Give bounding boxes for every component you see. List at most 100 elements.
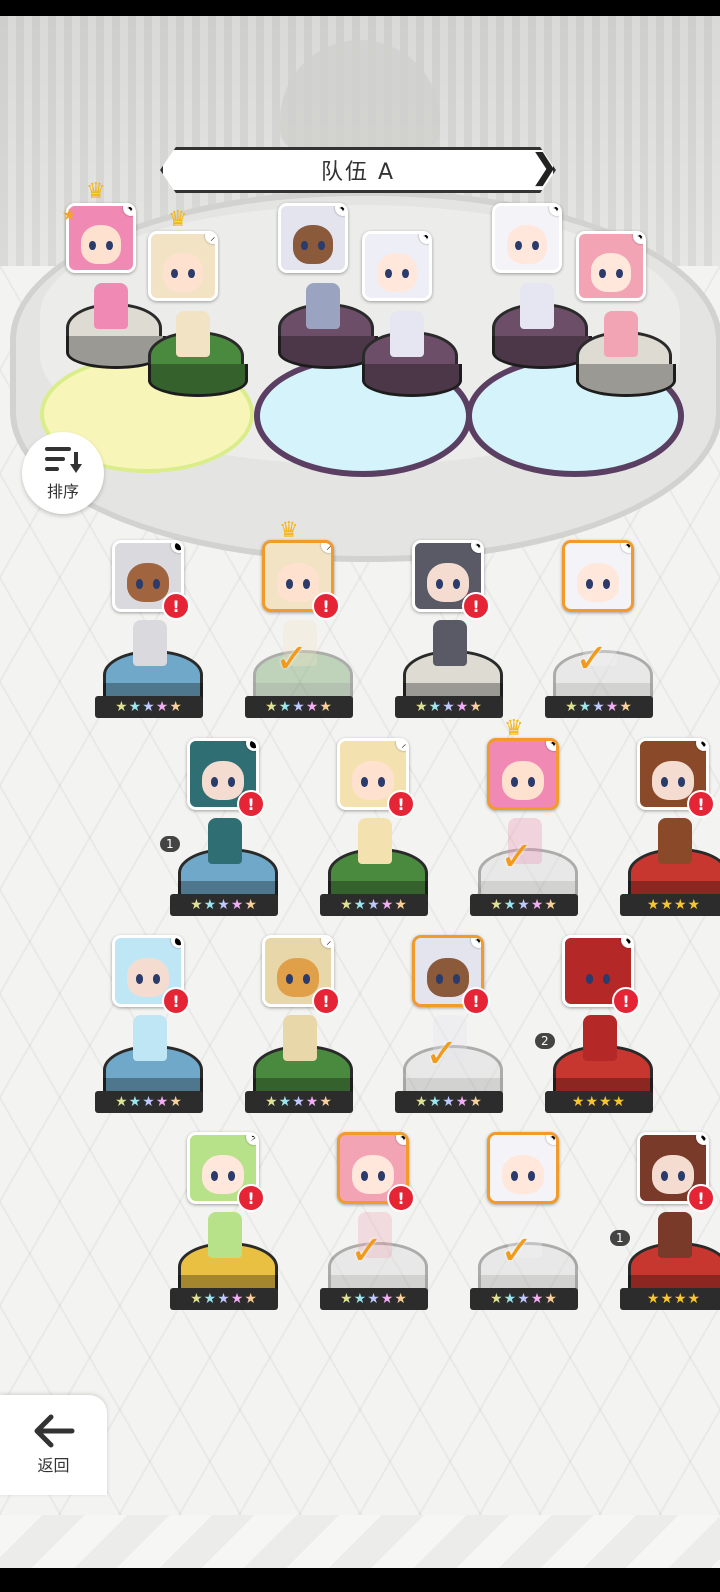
roster-slot[interactable]: ★★★★ ♦! 1 <box>610 1132 720 1342</box>
portrait-eye <box>153 579 160 589</box>
portrait-eye <box>616 269 623 279</box>
alert-icon: ! <box>237 790 265 818</box>
portrait-eye <box>361 777 368 787</box>
alert-icon: ! <box>462 592 490 620</box>
roster-slot[interactable]: ★★★★★ ⸝! <box>245 935 355 1145</box>
star-rating: ★★★★★ <box>170 1288 278 1310</box>
crown-icon: ♛ <box>168 207 188 232</box>
team-member[interactable]: ✦ <box>278 203 374 403</box>
star-rating: ★★★★ <box>545 1091 653 1113</box>
alert-icon: ! <box>312 987 340 1015</box>
duplicate-count-badge: 1 <box>160 836 180 852</box>
roster-slot[interactable]: ✓ ★★★★★ ✦ ♛ <box>470 716 580 948</box>
team-member[interactable]: ✦ <box>492 203 588 403</box>
portrait-face <box>501 1154 545 1195</box>
element-icon: ✦ <box>621 543 631 553</box>
character-portrait[interactable]: ✦ <box>487 1132 559 1204</box>
element-icon: ✦ <box>396 1135 406 1145</box>
character-sprite <box>358 818 392 864</box>
portrait-eye <box>453 974 460 984</box>
character-sprite <box>390 311 424 357</box>
element-icon: ⸝ <box>321 938 331 948</box>
portrait-eye <box>599 269 606 279</box>
character-portrait[interactable]: ✦ <box>66 203 136 273</box>
portrait-eye <box>303 579 310 589</box>
character-portrait[interactable]: ✦ <box>487 738 559 810</box>
star-rating: ★★★★★ <box>95 1091 203 1113</box>
star-rating: ★★★★ <box>620 894 720 916</box>
portrait-eye <box>661 777 668 787</box>
portrait-eye <box>515 241 522 251</box>
character-portrait[interactable]: ✦ <box>362 231 432 301</box>
portrait-eye <box>378 1171 385 1181</box>
portrait-face <box>126 957 170 998</box>
star-rating: ★★★★ <box>620 1288 720 1310</box>
selected-check-icon: ✓ <box>500 1228 534 1274</box>
star-rating: ★★★★★ <box>245 1091 353 1113</box>
portrait-eye <box>106 241 113 251</box>
roster-slot[interactable]: ★★★★★ ⸝! <box>320 738 430 948</box>
element-icon: ✦ <box>471 543 481 553</box>
portrait-eye <box>303 974 310 984</box>
sort-label: 排序 <box>46 482 79 501</box>
element-icon: ✦ <box>549 206 559 216</box>
roster-slot[interactable]: ★★★★ ♦! 2 <box>535 935 655 1145</box>
portrait-face <box>201 1154 245 1195</box>
roster-slot[interactable]: ★★★★★ ⚡! <box>170 1132 280 1342</box>
next-team-arrow[interactable]: ❯ <box>530 147 559 187</box>
roster-slot[interactable]: ★★★★★ ✦! <box>395 540 505 750</box>
system-nav-bar <box>0 1568 720 1592</box>
roster-slot[interactable]: ★★★★★ ●! 1 <box>160 738 280 948</box>
portrait-eye <box>661 1171 668 1181</box>
star-rating-stars: ★★★★★ <box>415 699 483 715</box>
character-portrait[interactable]: ✦ <box>492 203 562 273</box>
character-portrait[interactable]: ✦ <box>278 203 348 273</box>
portrait-face <box>651 1154 695 1195</box>
roster-slot[interactable]: ✓ ★★★★★ ✦ <box>470 1132 580 1342</box>
portrait-eye <box>89 241 96 251</box>
roster-slot[interactable]: ✓ ★★★★★ ⸝! ♛ <box>245 518 355 750</box>
roster-slot[interactable]: ✓ ★★★★★ ✦! <box>395 935 505 1145</box>
character-portrait[interactable]: ⸝ <box>148 231 218 301</box>
portrait-face <box>201 760 245 801</box>
roster-slot[interactable]: ✓ ★★★★★ ✦! <box>320 1132 430 1342</box>
roster-slot[interactable]: ✓ ★★★★★ ✦ <box>545 540 655 750</box>
status-bar <box>0 0 720 16</box>
portrait-eye <box>586 974 593 984</box>
portrait-eye <box>286 974 293 984</box>
portrait-face <box>276 562 320 603</box>
team-member[interactable]: ⸝ ♛ <box>148 207 244 431</box>
team-member[interactable]: ✦ <box>576 231 672 431</box>
star-rating-stars: ★★★★★ <box>265 1094 333 1110</box>
character-portrait[interactable]: ✦ <box>562 540 634 612</box>
portrait-face <box>351 1154 395 1195</box>
element-icon: ⸝ <box>205 234 215 244</box>
roster-slot[interactable]: ★★★★ ♦! <box>620 738 720 948</box>
element-icon: ♦ <box>696 1135 706 1145</box>
star-rating-stars: ★★★★★ <box>115 699 183 715</box>
roster-slot[interactable]: ★★★★★ ●! <box>95 935 205 1145</box>
sort-button[interactable]: 排序 <box>22 432 104 514</box>
team-selector[interactable]: 队伍 A <box>160 147 556 193</box>
character-portrait[interactable]: ✦ <box>576 231 646 301</box>
portrait-eye <box>385 269 392 279</box>
duplicate-count-badge: 1 <box>610 1230 630 1246</box>
character-sprite <box>658 1212 692 1258</box>
team-member[interactable]: ✦ <box>362 231 458 431</box>
portrait-face <box>292 225 334 264</box>
star-rating-stars: ★★★★★ <box>190 897 258 913</box>
portrait-eye <box>528 1171 535 1181</box>
alert-icon: ! <box>237 1184 265 1212</box>
character-sprite <box>604 311 638 357</box>
portrait-eye <box>361 1171 368 1181</box>
roster-slot[interactable]: ★★★★★ ●! <box>95 540 205 750</box>
star-rating-stars: ★★★★★ <box>340 1291 408 1307</box>
element-icon: ⸝ <box>396 741 406 751</box>
selected-check-icon: ✓ <box>425 1031 459 1077</box>
star-rating-stars: ★★★★ <box>571 1094 627 1110</box>
element-icon: ✦ <box>546 1135 556 1145</box>
character-sprite <box>133 620 167 666</box>
back-button[interactable]: 返回 <box>0 1395 107 1495</box>
portrait-eye <box>436 974 443 984</box>
portrait-eye <box>136 974 143 984</box>
